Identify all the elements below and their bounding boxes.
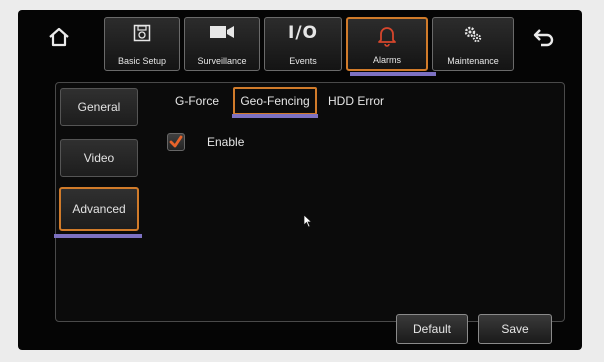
sidebar-item-label: General [77, 100, 121, 114]
save-button-label: Save [501, 322, 529, 336]
subtab-label: Geo-Fencing [240, 94, 310, 108]
home-icon[interactable] [48, 26, 70, 48]
subtab-g-force[interactable]: G-Force [164, 87, 230, 115]
gears-icon [464, 26, 482, 43]
disk-icon [133, 24, 151, 42]
tab-maintenance-label: Maintenance [447, 56, 499, 66]
tab-maintenance[interactable]: Maintenance [432, 17, 514, 71]
active-sidebar-underline [54, 234, 142, 238]
sidebar-item-general[interactable]: General [60, 88, 138, 126]
default-button-label: Default [412, 322, 452, 336]
enable-label: Enable [207, 135, 245, 149]
bell-icon [378, 27, 396, 47]
sidebar-item-advanced[interactable]: Advanced [59, 187, 139, 231]
active-tab-underline [350, 72, 436, 76]
mouse-cursor-icon [303, 213, 313, 232]
subtab-label: G-Force [174, 94, 219, 108]
default-button[interactable]: Default [396, 314, 468, 344]
tab-basic-setup-label: Basic Setup [117, 56, 167, 66]
subtab-label: HDD Error [328, 94, 384, 108]
sidebar-item-video[interactable]: Video [60, 139, 138, 177]
io-icon: I/O [288, 23, 318, 43]
tab-events-label: Events [289, 56, 317, 66]
active-subtab-underline [232, 114, 318, 118]
tab-events[interactable]: I/O Events [264, 17, 342, 71]
sidebar-item-label: Advanced [72, 202, 126, 216]
save-button[interactable]: Save [478, 314, 552, 344]
enable-checkbox[interactable] [167, 133, 185, 151]
subtab-geo-fencing[interactable]: Geo-Fencing [233, 87, 317, 115]
subtab-hdd-error[interactable]: HDD Error [320, 87, 392, 115]
checkmark-icon [169, 135, 183, 148]
tab-basic-setup[interactable]: Basic Setup [104, 17, 180, 71]
tab-surveillance[interactable]: Surveillance [184, 17, 260, 71]
tab-alarms[interactable]: Alarms [346, 17, 428, 71]
tab-alarms-label: Alarms [372, 55, 401, 65]
tab-surveillance-label: Surveillance [197, 56, 247, 66]
camera-icon [210, 26, 234, 38]
back-arrow-icon[interactable] [532, 26, 556, 48]
sidebar-item-label: Video [83, 151, 115, 165]
